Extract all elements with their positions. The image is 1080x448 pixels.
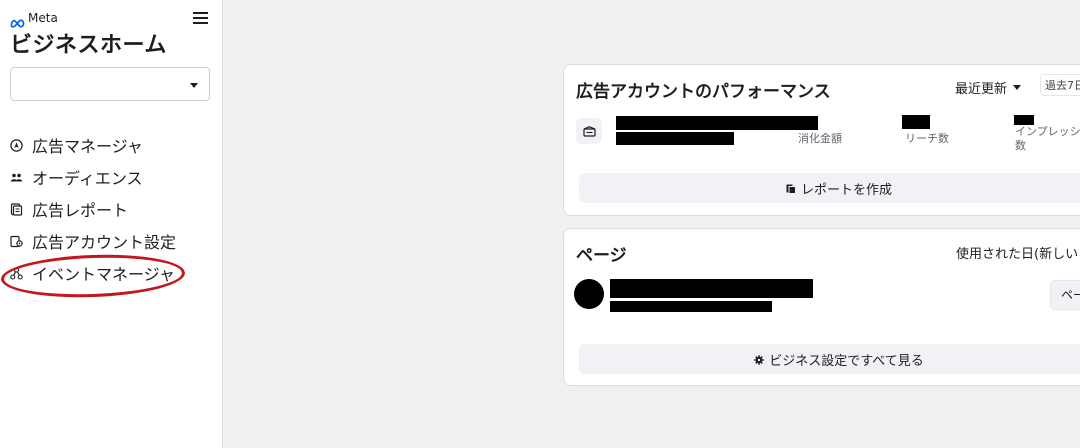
ad-account-settings-icon	[10, 235, 23, 248]
sidebar-item-label: オーディエンス	[32, 169, 143, 188]
brand-name: Meta	[28, 11, 58, 25]
pages-card: ページ 使用された日(新しい ペー ビジネス設定ですべて見る	[563, 228, 1080, 386]
redacted-page-name	[610, 279, 813, 298]
navigation-icon	[10, 139, 23, 152]
meta-infinity-icon	[10, 13, 25, 28]
gear-icon	[754, 354, 764, 365]
redacted-account-name	[616, 116, 818, 130]
sidebar-item-ads-manager[interactable]: 広告マネージャ	[10, 129, 176, 161]
meta-logo[interactable]: Meta	[10, 11, 58, 28]
chevron-down-icon	[190, 83, 198, 88]
report-icon	[10, 203, 23, 216]
chevron-down-icon	[1013, 85, 1022, 90]
ad-account-performance-card: 広告アカウントのパフォーマンス 最近更新 過去7日 消化金額 リーチ数 インプレ…	[563, 64, 1080, 216]
metric-label-spend: 消化金額	[798, 132, 842, 145]
pages-sort-dropdown[interactable]: 使用された日(新しい	[956, 243, 1078, 262]
create-report-label: レポートを作成	[800, 182, 892, 198]
sidebar: Meta ビジネスホーム 広告マネージャ オーディエンス 広告レポート 広告アカ…	[0, 0, 223, 448]
redacted-metric-value	[902, 115, 930, 129]
sort-label: 最近更新	[955, 82, 1008, 97]
see-all-in-business-settings-button[interactable]: ビジネス設定ですべて見る	[579, 344, 1080, 374]
date-range-selector[interactable]: 過去7日	[1040, 74, 1080, 96]
metric-label-impressions-line2: 数	[1015, 139, 1026, 152]
sidebar-item-ad-reports[interactable]: 広告レポート	[10, 193, 176, 225]
see-all-label: ビジネス設定ですべて見る	[769, 353, 924, 369]
page-action-button[interactable]: ペー	[1050, 280, 1080, 310]
page-avatar[interactable]	[574, 279, 604, 309]
create-report-button[interactable]: レポートを作成	[579, 173, 1080, 203]
business-account-select[interactable]	[10, 67, 210, 101]
sidebar-item-audiences[interactable]: オーディエンス	[10, 161, 176, 193]
metric-label-reach: リーチ数	[905, 132, 949, 145]
page-title: ビジネスホーム	[10, 33, 167, 58]
redacted-account-id	[616, 132, 734, 145]
sort-dropdown[interactable]: 最近更新	[955, 78, 1022, 97]
sidebar-item-events-manager[interactable]: イベントマネージャ	[10, 257, 176, 289]
metric-label-impressions: インプレッシ	[1015, 125, 1080, 138]
event-network-icon	[10, 267, 23, 280]
sidebar-nav: 広告マネージャ オーディエンス 広告レポート 広告アカウント設定 イベントマネー…	[10, 129, 176, 289]
menu-icon[interactable]	[193, 11, 209, 25]
redacted-page-detail	[610, 301, 772, 312]
report-icon	[786, 183, 796, 194]
ad-account-icon	[576, 118, 602, 144]
sidebar-item-label: 広告アカウント設定	[32, 233, 177, 252]
sidebar-item-label: 広告レポート	[32, 201, 129, 220]
redacted-metric-value	[1014, 115, 1034, 125]
sidebar-item-label: イベントマネージャ	[32, 265, 175, 284]
people-icon	[10, 171, 23, 184]
card-title: ページ	[576, 246, 627, 266]
card-title: 広告アカウントのパフォーマンス	[576, 82, 831, 102]
sidebar-item-label: 広告マネージャ	[32, 137, 143, 156]
sidebar-item-ad-account-settings[interactable]: 広告アカウント設定	[10, 225, 176, 257]
